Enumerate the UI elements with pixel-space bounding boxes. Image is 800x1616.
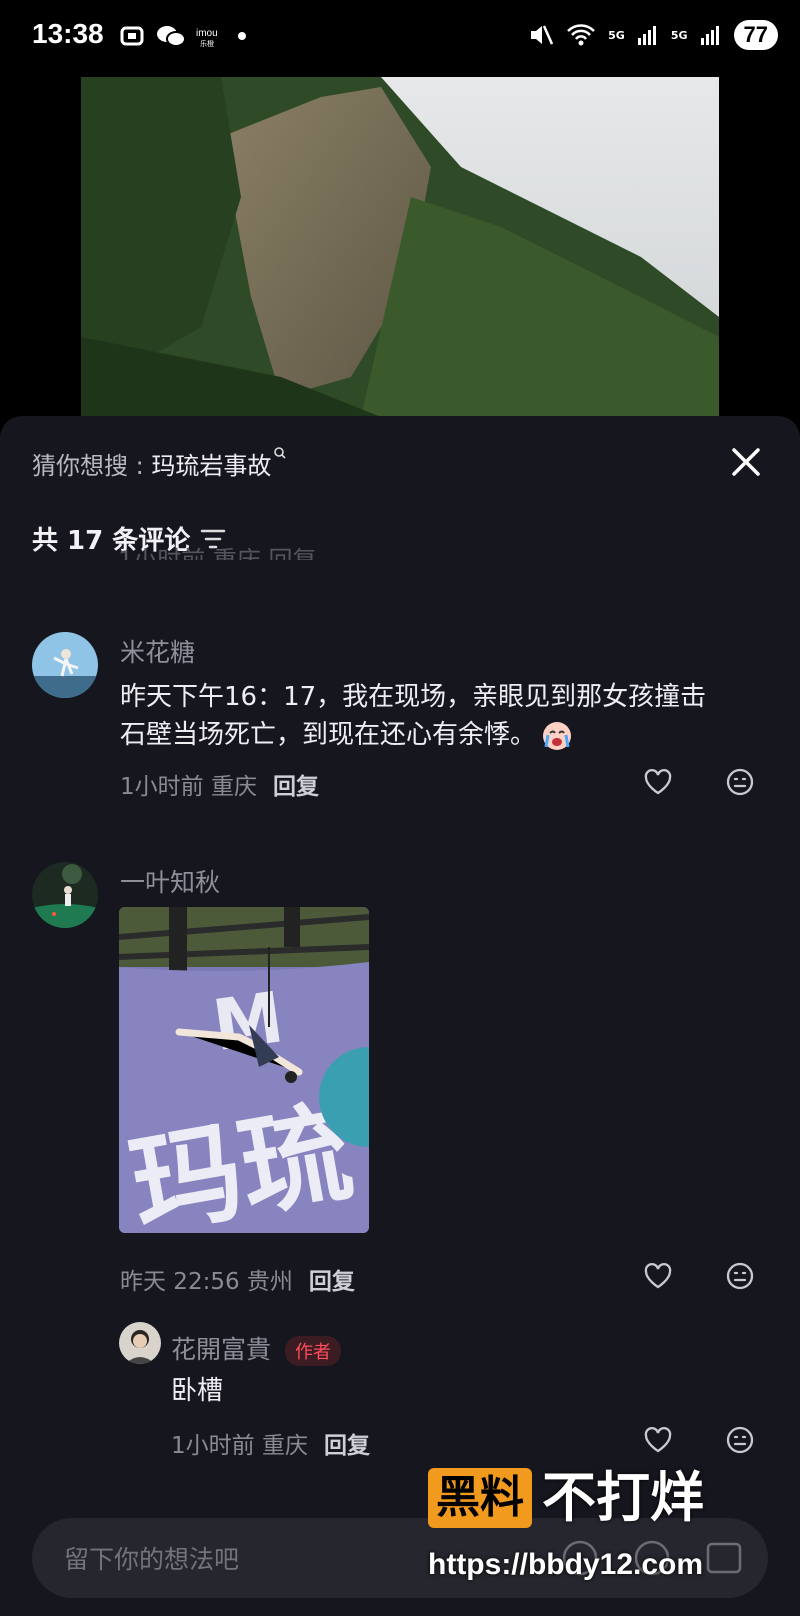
status-left-icons: imou 乐橙 — [118, 22, 248, 50]
partial-comment-meta: 1小时前 重庆 回复 — [118, 546, 317, 560]
comment-text-line: 石壁当场死亡，到现在还心有余悸。 — [120, 716, 706, 754]
search-icon — [274, 447, 286, 459]
comment-time: 昨天 22:56 — [120, 1269, 240, 1295]
avatar[interactable] — [32, 862, 98, 928]
reaction-icon[interactable] — [724, 1260, 756, 1292]
search-suggestion[interactable]: 猜你想搜 : 玛琉岩事故 — [32, 446, 287, 481]
crying-emoji-icon — [543, 721, 572, 750]
comment-text: 昨天下午16：17，我在现场，亲眼见到那女孩撞击 石壁当场死亡，到现在还心有余悸… — [120, 678, 706, 754]
comment-time: 1小时前 — [171, 1433, 255, 1459]
suggest-keyword[interactable]: 玛琉岩事故 — [151, 452, 271, 480]
status-time: 13:38 — [32, 18, 104, 49]
author-badge: 作者 — [285, 1336, 342, 1366]
notification-icon — [120, 26, 144, 46]
comment-location: 重庆 — [210, 774, 257, 800]
heart-icon[interactable] — [642, 1424, 674, 1456]
comment-username[interactable]: 一叶知秋 — [120, 863, 220, 899]
battery-indicator: 77 — [733, 20, 778, 50]
reply-button[interactable]: 回复 — [309, 1269, 355, 1295]
comment-location: 重庆 — [261, 1433, 308, 1459]
reaction-icon[interactable] — [724, 766, 756, 798]
watermark-text: 不打烊 — [542, 1466, 704, 1529]
svg-text:imou: imou — [196, 28, 218, 39]
reply-button[interactable]: 回复 — [273, 774, 319, 800]
imou-icon: imou乐橙 — [196, 28, 218, 48]
signal-icon-2 — [700, 26, 719, 45]
post-photo[interactable] — [81, 77, 719, 417]
avatar[interactable] — [119, 1322, 161, 1364]
watermark: 黑料 不打烊 https://bbdy12.com — [428, 1468, 780, 1604]
wechat-icon — [157, 26, 186, 47]
suggest-prefix: 猜你想搜 : — [32, 452, 152, 480]
avatar[interactable] — [32, 632, 98, 698]
reaction-icon[interactable] — [724, 1424, 756, 1456]
watermark-badge: 黑料 — [428, 1468, 532, 1528]
comment-username[interactable]: 米花糖 — [120, 633, 195, 669]
reply-button[interactable]: 回复 — [324, 1433, 370, 1459]
status-right-icons: 5G 5G 77 — [528, 20, 778, 50]
network-type-2: 5G — [670, 28, 688, 42]
signal-icon — [637, 26, 656, 45]
watermark-url: https://bbdy12.com — [428, 1548, 704, 1581]
comment-input-placeholder[interactable]: 留下你的想法吧 — [64, 1540, 239, 1576]
comment-image[interactable]: M 玛琉 — [119, 907, 369, 1233]
mute-icon — [531, 25, 554, 45]
status-bar: 13:38 imou 乐橙 5G 5G 77 — [0, 0, 800, 72]
svg-text:乐橙: 乐橙 — [200, 39, 214, 48]
close-icon[interactable] — [728, 444, 764, 480]
heart-icon[interactable] — [642, 1260, 674, 1292]
comment-text-line: 昨天下午16：17，我在现场，亲眼见到那女孩撞击 — [120, 682, 707, 712]
comment-meta: 1小时前 重庆 回复 — [120, 767, 319, 801]
comment-time: 1小时前 — [120, 774, 204, 800]
reply-username: 花開富貴 作者 — [171, 1330, 342, 1366]
network-type-1: 5G — [608, 28, 625, 42]
reply-text: 卧槽 — [171, 1376, 224, 1406]
comment-meta: 1小时前 重庆 回复 — [171, 1426, 370, 1460]
wifi-icon — [567, 24, 596, 46]
comment-location: 贵州 — [246, 1269, 293, 1295]
dot-icon — [238, 32, 246, 40]
heart-icon[interactable] — [642, 766, 674, 798]
comment-meta: 昨天 22:56 贵州 回复 — [120, 1262, 355, 1296]
